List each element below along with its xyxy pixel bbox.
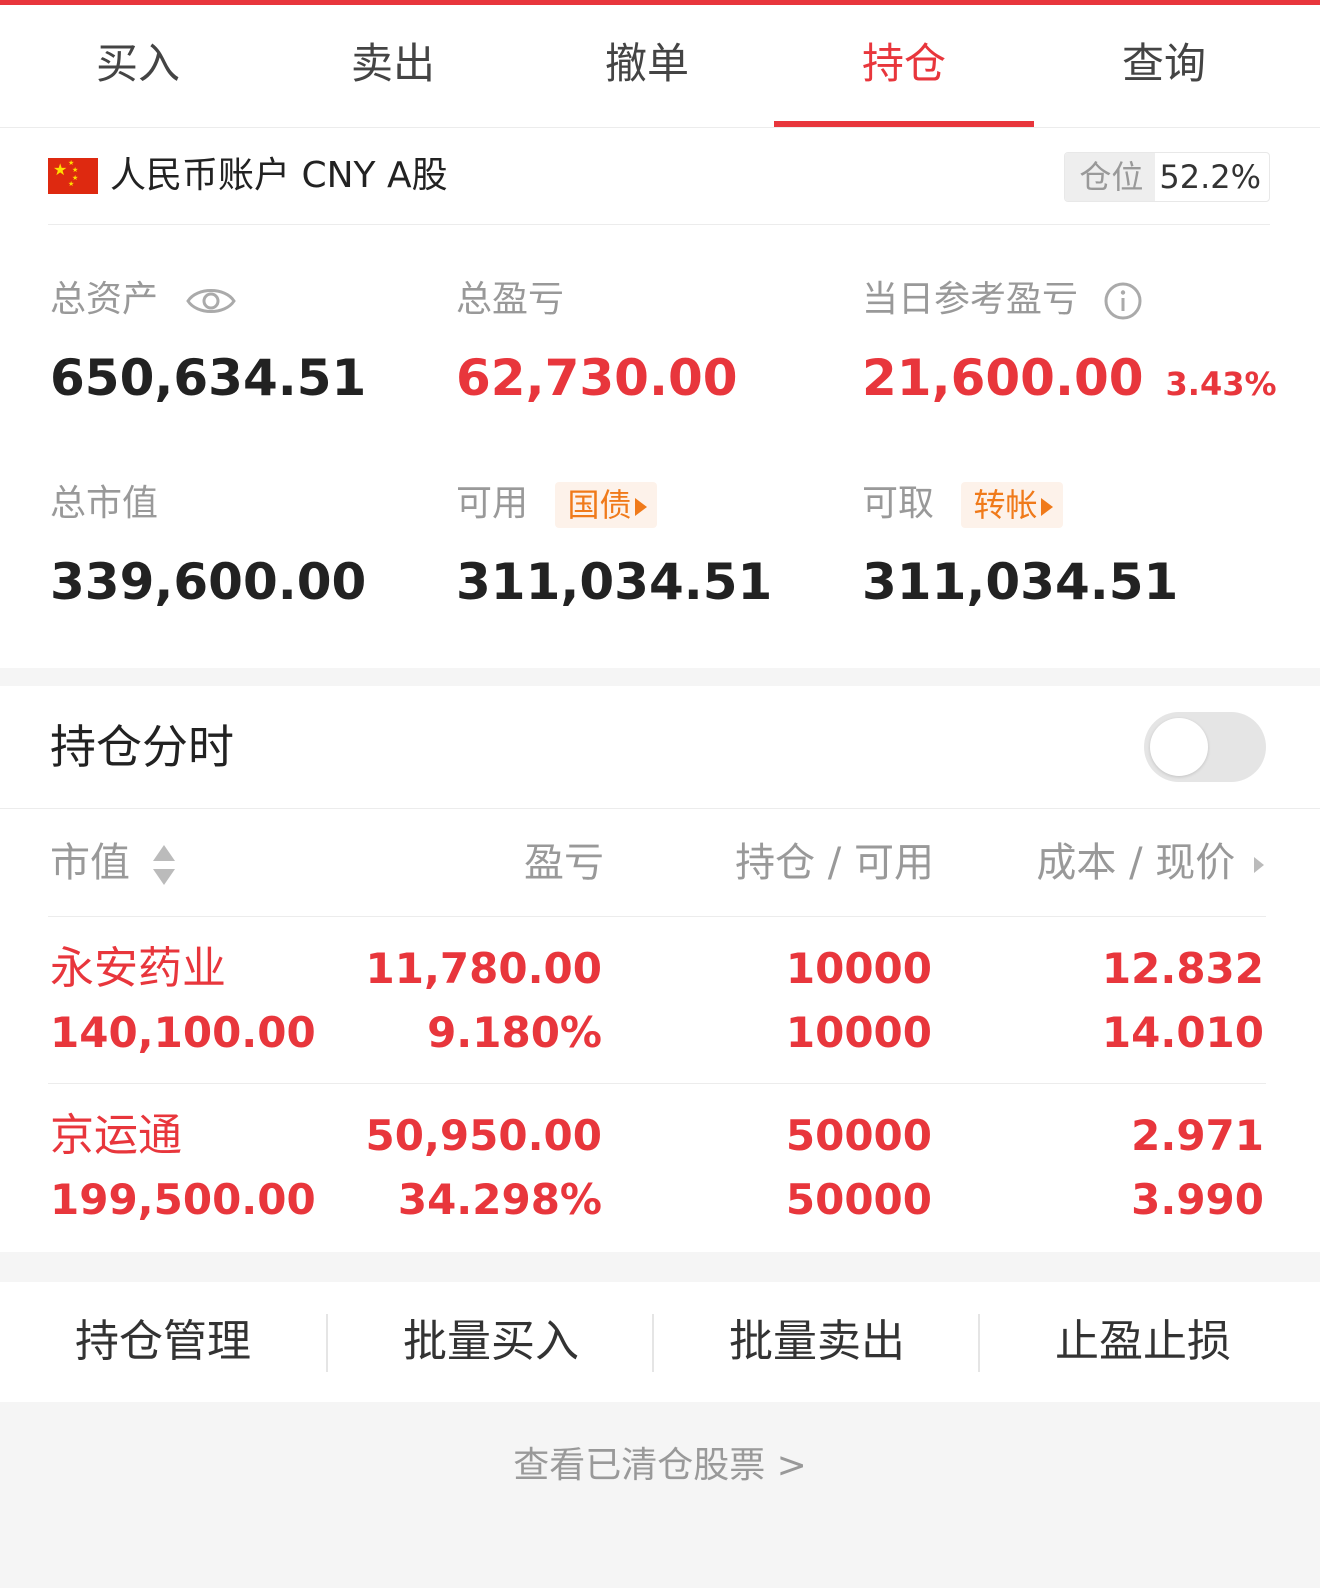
position-value: 52.2% bbox=[1159, 158, 1261, 196]
stock-price: 3.990 bbox=[1131, 1175, 1264, 1224]
available-label: 可用 bbox=[456, 483, 529, 524]
table-row[interactable]: 京运通 199,500.00 50,950.00 34.298% 50000 5… bbox=[48, 1083, 1266, 1250]
stock-pnl-percent: 34.298% bbox=[397, 1175, 602, 1224]
stock-pnl-percent: 9.180% bbox=[427, 1008, 602, 1057]
daily-pnl-value: 21,600.00 bbox=[862, 349, 1144, 407]
tab-query[interactable]: 查询 bbox=[1034, 5, 1294, 127]
col-cost-price[interactable]: 成本 / 现价 bbox=[1010, 810, 1266, 916]
sort-arrows-icon bbox=[152, 845, 175, 885]
stock-position: 10000 bbox=[785, 944, 932, 993]
manage-holdings-button[interactable]: 持仓管理 bbox=[0, 1282, 326, 1402]
total-pnl-value: 62,730.00 bbox=[456, 349, 738, 407]
transfer-label: 转帐 bbox=[973, 486, 1038, 524]
col-market-value-label: 市值 bbox=[50, 840, 130, 886]
daily-pnl-label: 当日参考盈亏 bbox=[862, 279, 1079, 320]
available-value: 311,034.51 bbox=[456, 553, 773, 611]
stock-name: 京运通 bbox=[50, 1110, 182, 1161]
tab-buy[interactable]: 买入 bbox=[10, 5, 266, 127]
triangle-right-icon bbox=[635, 498, 648, 516]
tab-cancel[interactable]: 撤单 bbox=[520, 5, 774, 127]
col-market-value[interactable]: 市值 bbox=[50, 810, 177, 916]
stock-market-value: 199,500.00 bbox=[50, 1175, 316, 1224]
daily-pnl-percent: 3.43% bbox=[1165, 365, 1277, 403]
treasury-bond-label: 国债 bbox=[567, 486, 632, 524]
stock-market-value: 140,100.00 bbox=[50, 1008, 316, 1057]
stock-price: 14.010 bbox=[1101, 1008, 1264, 1057]
tab-sell[interactable]: 卖出 bbox=[266, 5, 520, 127]
batch-sell-button[interactable]: 批量卖出 bbox=[654, 1282, 980, 1402]
tab-holdings[interactable]: 持仓 bbox=[774, 5, 1034, 127]
stock-position: 50000 bbox=[785, 1111, 932, 1160]
account-header: ★ ★ ★ ★ ★ 人民币账户 CNY A股 仓位 52.2% bbox=[48, 128, 1270, 225]
chevron-right-icon bbox=[1254, 857, 1264, 873]
take-profit-stop-loss-button[interactable]: 止盈止损 bbox=[980, 1282, 1306, 1402]
stock-available: 50000 bbox=[785, 1175, 932, 1224]
total-pnl-label: 总盈亏 bbox=[456, 279, 565, 320]
eye-icon[interactable] bbox=[185, 283, 237, 319]
col-position-available: 持仓 / 可用 bbox=[735, 840, 934, 886]
holdings-intraday-toggle[interactable] bbox=[1144, 712, 1266, 782]
action-bar: 持仓管理 批量买入 批量卖出 止盈止损 bbox=[0, 1282, 1320, 1402]
total-assets-value: 650,634.51 bbox=[50, 349, 367, 407]
account-name: 人民币账户 CNY A股 bbox=[110, 155, 448, 196]
col-pnl: 盈亏 bbox=[524, 840, 604, 886]
withdrawable-value: 311,034.51 bbox=[862, 553, 1179, 611]
stock-cost: 2.971 bbox=[1131, 1111, 1264, 1160]
position-label: 仓位 bbox=[1065, 153, 1156, 201]
stock-pnl: 11,780.00 bbox=[365, 944, 602, 993]
view-cleared-stocks-link[interactable]: 查看已清仓股票 > bbox=[0, 1438, 1320, 1494]
stock-available: 10000 bbox=[785, 1008, 932, 1057]
transfer-button[interactable]: 转帐 bbox=[961, 482, 1064, 528]
batch-buy-button[interactable]: 批量买入 bbox=[328, 1282, 654, 1402]
market-value-label: 总市值 bbox=[50, 483, 159, 524]
table-row[interactable]: 永安药业 140,100.00 11,780.00 9.180% 10000 1… bbox=[48, 916, 1266, 1083]
withdrawable-label: 可取 bbox=[862, 483, 935, 524]
market-value-value: 339,600.00 bbox=[50, 553, 367, 611]
treasury-bond-button[interactable]: 国债 bbox=[555, 482, 658, 528]
stock-pnl: 50,950.00 bbox=[365, 1111, 602, 1160]
stock-cost: 12.832 bbox=[1101, 944, 1264, 993]
account-panel: ★ ★ ★ ★ ★ 人民币账户 CNY A股 仓位 52.2% 总资产 650,6… bbox=[0, 128, 1320, 668]
stock-name: 永安药业 bbox=[50, 943, 226, 994]
col-cost-price-label: 成本 / 现价 bbox=[1036, 840, 1236, 886]
holdings-title: 持仓分时 bbox=[50, 720, 234, 774]
info-icon[interactable] bbox=[1103, 281, 1143, 321]
position-ratio-badge: 仓位 52.2% bbox=[1064, 152, 1270, 202]
holdings-panel: 持仓分时 市值 盈亏 持仓 / 可用 成本 / 现价 永安药业 140,100.… bbox=[0, 686, 1320, 1252]
total-assets-label: 总资产 bbox=[50, 279, 159, 320]
triangle-right-icon bbox=[1041, 498, 1054, 516]
holdings-header: 持仓分时 bbox=[0, 686, 1320, 809]
toggle-knob bbox=[1150, 718, 1208, 776]
cn-flag-icon: ★ ★ ★ ★ ★ bbox=[48, 158, 98, 194]
tab-bar: 买入 卖出 撤单 持仓 查询 bbox=[0, 5, 1320, 128]
